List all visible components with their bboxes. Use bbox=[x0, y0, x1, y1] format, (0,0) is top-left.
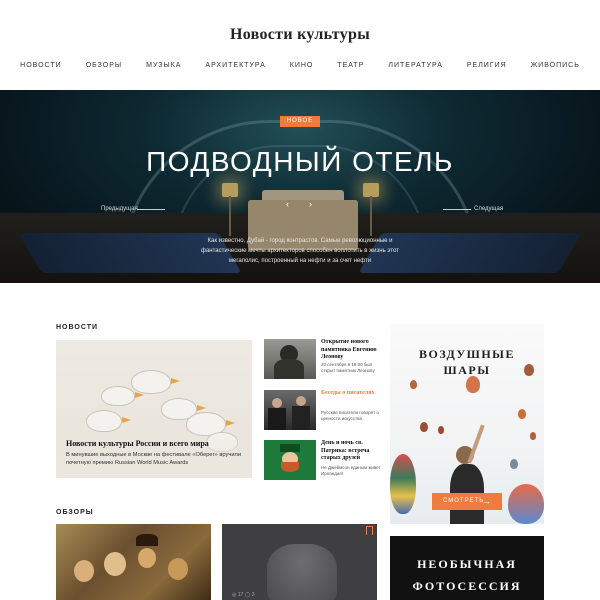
painting-figure bbox=[168, 558, 188, 580]
news-item-title[interactable]: Открытие нового памятника Евгению Леонов… bbox=[321, 339, 381, 362]
balloon-shape bbox=[438, 426, 444, 434]
chevron-right-icon[interactable]: › bbox=[309, 199, 312, 209]
news-item-title[interactable]: День и ночь св. Патрика: встреча старых … bbox=[321, 440, 381, 463]
balloon-shape bbox=[530, 432, 536, 440]
person-head bbox=[272, 398, 282, 408]
section-title-reviews: ОБЗОРЫ bbox=[56, 509, 94, 516]
nav-item-news[interactable]: НОВОСТИ bbox=[20, 62, 62, 69]
news-item-text: Не Джеймсон единым живет Ирландия! bbox=[321, 465, 381, 476]
bird-beak bbox=[197, 405, 206, 411]
balloon-shape bbox=[420, 422, 428, 432]
bird-beak bbox=[226, 420, 235, 426]
review-card[interactable] bbox=[56, 524, 211, 600]
painting-figure bbox=[74, 560, 94, 582]
hero-prev-line bbox=[137, 209, 165, 210]
bird-beak bbox=[135, 392, 144, 398]
hands-sculpture bbox=[267, 544, 337, 600]
painting-figure bbox=[138, 548, 156, 568]
bird-figure bbox=[86, 410, 122, 432]
site-title[interactable]: Новости культуры bbox=[0, 26, 600, 44]
promo-view-button[interactable]: СМОТРЕТЬ → bbox=[432, 493, 502, 510]
bookmark-icon[interactable] bbox=[366, 526, 373, 535]
promo-button-label: СМОТРЕТЬ bbox=[443, 498, 485, 504]
hero-badge-new: НОВОЕ bbox=[280, 116, 320, 127]
promo2-title-line: НЕОБЫЧНАЯ bbox=[417, 557, 517, 571]
arrow-right-icon: → bbox=[482, 496, 492, 506]
nav-item-theatre[interactable]: ТЕАТР bbox=[337, 62, 364, 69]
bird-figure bbox=[101, 386, 135, 406]
news-item-title[interactable]: Беседы о писателях bbox=[321, 390, 381, 398]
balloon-shape bbox=[518, 409, 526, 419]
balloon-shape bbox=[390, 454, 416, 514]
promo-title[interactable]: ВОЗДУШНЫЕ ШАРЫ bbox=[390, 346, 544, 378]
person-head bbox=[296, 396, 306, 406]
hero-next-line bbox=[443, 209, 471, 210]
bird-beak bbox=[122, 417, 131, 423]
section-title-news: НОВОСТИ bbox=[56, 324, 99, 331]
bird-beak bbox=[171, 378, 180, 384]
nav-item-architecture[interactable]: АРХИТЕКТУРА bbox=[205, 62, 265, 69]
statue-body bbox=[274, 359, 304, 379]
nav-item-cinema[interactable]: КИНО bbox=[290, 62, 314, 69]
news-item[interactable]: Открытие нового памятника Евгению Леонов… bbox=[264, 339, 379, 379]
promo2-title-line: ФОТОСЕССИЯ bbox=[412, 579, 522, 593]
balloon-shape bbox=[508, 484, 544, 524]
promo2-title[interactable]: НЕОБЫЧНАЯ ФОТОСЕССИЯ bbox=[390, 553, 544, 597]
balloon-shape bbox=[410, 380, 417, 389]
hero-next-link[interactable]: Следущая bbox=[474, 206, 503, 212]
painting-figure bbox=[104, 552, 126, 576]
news-thumbnail[interactable] bbox=[264, 339, 316, 379]
painting-hat bbox=[136, 534, 158, 546]
featured-news-subtitle: В минувшие выходные в Москве на фестивал… bbox=[66, 452, 241, 466]
news-item[interactable]: День и ночь св. Патрика: встреча старых … bbox=[264, 440, 381, 480]
nav-item-painting[interactable]: ЖИВОПИСЬ bbox=[531, 62, 580, 69]
nav-item-music[interactable]: МУЗЫКА bbox=[146, 62, 181, 69]
featured-news-title[interactable]: Новости культуры России и всего мира bbox=[66, 439, 209, 448]
news-thumbnail[interactable] bbox=[264, 390, 316, 430]
bird-figure bbox=[131, 370, 171, 394]
news-item-text: 20 сентября в 19:00 был открыт памятник … bbox=[321, 362, 375, 373]
promo-title-line: ВОЗДУШНЫЕ bbox=[419, 347, 515, 361]
news-item-text: Русские писатели говорят о ценности иску… bbox=[321, 410, 379, 421]
person-body bbox=[268, 408, 286, 430]
news-item[interactable]: Беседы о писателях Русские писатели гово… bbox=[264, 390, 379, 430]
beard-shape bbox=[281, 462, 299, 472]
balloon-shape bbox=[510, 459, 518, 469]
site-header: Новости культуры НОВОСТИ ОБЗОРЫ МУЗЫКА А… bbox=[0, 0, 600, 90]
nav-item-religion[interactable]: РЕЛИГИЯ bbox=[467, 62, 507, 69]
hat-shape bbox=[280, 444, 300, 452]
review-card[interactable] bbox=[222, 524, 377, 600]
review-meta: ◎ 17 ◯ 3 bbox=[232, 592, 255, 598]
main-nav: НОВОСТИ ОБЗОРЫ МУЗЫКА АРХИТЕКТУРА КИНО Т… bbox=[0, 62, 600, 69]
person-body bbox=[292, 406, 310, 430]
promo-title-line: ШАРЫ bbox=[443, 363, 491, 377]
nav-item-literature[interactable]: ЛИТЕРАТУРА bbox=[388, 62, 443, 69]
featured-news-card[interactable]: Новости культуры России и всего мира В м… bbox=[56, 340, 252, 478]
balloon-shape bbox=[466, 376, 480, 393]
nav-item-reviews[interactable]: ОБЗОРЫ bbox=[86, 62, 122, 69]
hero-prev-link[interactable]: Предыдущая bbox=[101, 206, 138, 212]
hero-description: Как известно, Дубай - город контрастов. … bbox=[201, 238, 399, 264]
balloon-shape bbox=[524, 364, 534, 376]
chevron-left-icon[interactable]: ‹ bbox=[286, 199, 289, 209]
news-thumbnail[interactable] bbox=[264, 440, 316, 480]
hero-title[interactable]: ПОДВОДНЫЙ ОТЕЛЬ bbox=[0, 146, 600, 178]
woman-arm bbox=[467, 424, 485, 464]
